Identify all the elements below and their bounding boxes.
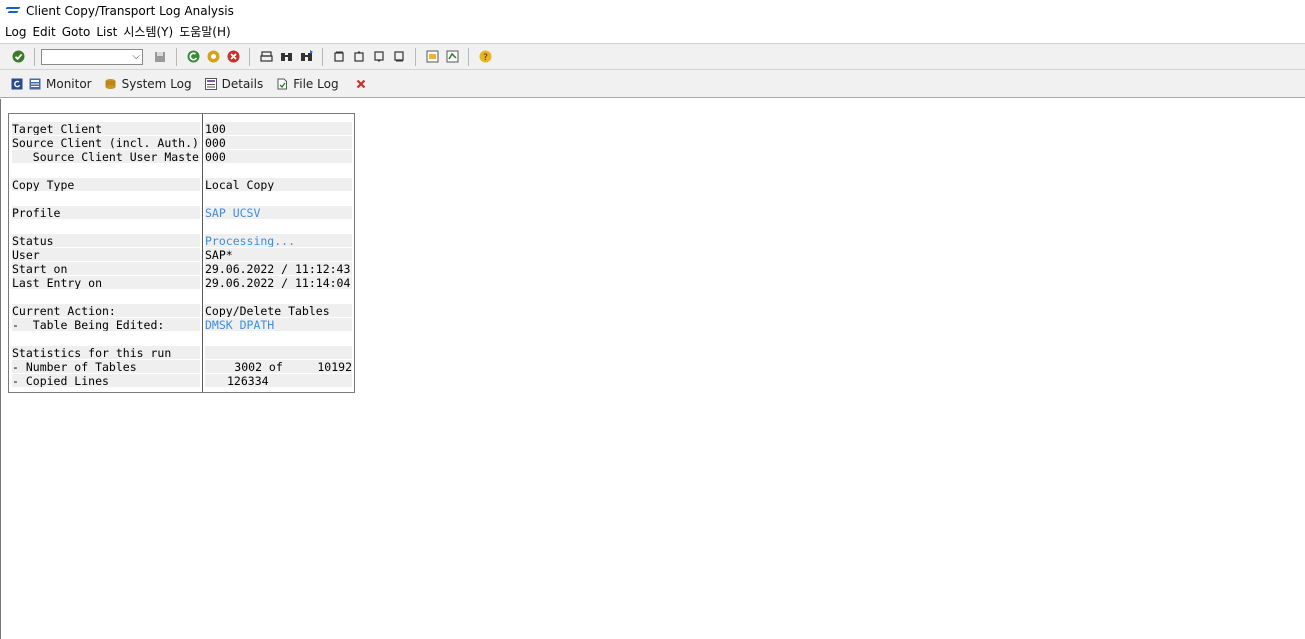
create-session-icon[interactable] [425, 50, 439, 64]
svg-text:?: ? [483, 53, 488, 63]
content-left-border [0, 99, 1, 639]
row-start-on: Start on 29.06.2022 / 11:12:43 [9, 262, 354, 276]
field-value: 29.06.2022 / 11:14:04 [205, 276, 352, 289]
toolbar-separator [468, 47, 469, 66]
last-page-icon[interactable] [392, 50, 406, 64]
monitor-label: Monitor [46, 76, 92, 91]
menu-list[interactable]: List [93, 23, 120, 42]
menu-system[interactable]: 시스템(Y) [120, 23, 176, 42]
enter-icon[interactable] [11, 50, 25, 64]
menu-log[interactable]: Log [0, 23, 29, 42]
row-source-user-master: Source Client User Master 000 [9, 150, 354, 164]
application-toolbar: Monitor System Log Details File Log [0, 70, 1305, 98]
monitor-button[interactable]: Monitor [28, 77, 92, 91]
field-value: 000 [205, 150, 352, 163]
field-value: SAP* [205, 248, 352, 261]
delete-icon[interactable] [354, 77, 368, 91]
log-content-area: Target Client 100 Source Client (incl. A… [0, 99, 1305, 639]
field-value: Local Copy [205, 178, 352, 191]
client-copy-info-box: Target Client 100 Source Client (incl. A… [8, 113, 355, 393]
field-value: 100 [205, 122, 352, 135]
row-profile: Profile SAP_UCSV [9, 206, 354, 220]
field-label: Target Client [12, 122, 200, 135]
field-value: Copy/Delete Tables [205, 304, 352, 317]
profile-link[interactable]: SAP_UCSV [205, 206, 352, 219]
row-table-being-edited: - Table Being Edited: DMSK_DPATH [9, 318, 354, 332]
details-icon [204, 77, 218, 91]
standard-toolbar: ⌵ ? [0, 43, 1305, 70]
previous-page-icon[interactable] [352, 50, 366, 64]
field-value: 000 [205, 136, 352, 149]
table-link[interactable]: DMSK_DPATH [205, 318, 352, 331]
field-label: Profile [12, 206, 200, 219]
command-field[interactable]: ⌵ [41, 48, 143, 65]
cancel-icon[interactable] [226, 50, 240, 64]
save-icon[interactable] [153, 50, 167, 64]
field-value: 126334 [205, 374, 352, 387]
exit-icon[interactable] [206, 50, 220, 64]
menu-bar: Log Edit Goto List 시스템(Y) 도움말(H) [0, 23, 1305, 42]
field-value [205, 346, 352, 359]
generate-shortcut-icon[interactable] [445, 50, 459, 64]
field-label: - Copied Lines [12, 374, 200, 387]
field-label: Source Client User Master [12, 150, 200, 163]
menu-help[interactable]: 도움말(H) [176, 23, 234, 42]
find-icon[interactable] [279, 50, 293, 64]
help-icon[interactable]: ? [478, 50, 492, 64]
field-label: Source Client (incl. Auth.) [12, 136, 200, 149]
toolbar-separator [34, 47, 35, 66]
window-title: Client Copy/Transport Log Analysis [26, 4, 234, 18]
field-label: Statistics for this run [12, 346, 200, 359]
field-label: Start on [12, 262, 200, 275]
find-next-icon[interactable] [299, 50, 313, 64]
row-source-client: Source Client (incl. Auth.) 000 [9, 136, 354, 150]
status-link[interactable]: Processing... [205, 234, 352, 247]
system-log-button[interactable]: System Log [104, 77, 192, 91]
details-button[interactable]: Details [204, 76, 264, 91]
field-label: Current Action: [12, 304, 200, 317]
refresh-icon[interactable] [10, 77, 24, 91]
toolbar-separator [415, 47, 416, 66]
row-status: Status Processing... [9, 234, 354, 248]
first-page-icon[interactable] [332, 50, 346, 64]
sap-logo-icon [5, 6, 21, 16]
row-statistics-header: Statistics for this run [9, 346, 354, 360]
field-label: - Table Being Edited: [12, 318, 200, 331]
field-label: Last Entry on [12, 276, 200, 289]
row-current-action: Current Action: Copy/Delete Tables [9, 304, 354, 318]
file-log-label: File Log [293, 76, 339, 91]
field-value: 29.06.2022 / 11:12:43 [205, 262, 352, 275]
file-log-button[interactable]: File Log [275, 76, 339, 91]
toolbar-separator [322, 47, 323, 66]
file-log-icon [275, 77, 289, 91]
row-number-of-tables: - Number of Tables 3002 of 10192 [9, 360, 354, 374]
details-label: Details [221, 76, 264, 91]
monitor-icon [28, 77, 42, 91]
toolbar-separator [176, 47, 177, 66]
row-user: User SAP* [9, 248, 354, 262]
toolbar-separator [249, 47, 250, 66]
field-value: 3002 of 10192 [205, 360, 352, 373]
system-log-label: System Log [121, 76, 192, 91]
field-label: Status [12, 234, 200, 247]
title-bar: Client Copy/Transport Log Analysis [0, 0, 1305, 22]
system-log-icon [104, 77, 118, 91]
row-target-client: Target Client 100 [9, 122, 354, 136]
row-last-entry-on: Last Entry on 29.06.2022 / 11:14:04 [9, 276, 354, 290]
next-page-icon[interactable] [372, 50, 386, 64]
row-copy-type: Copy Type Local Copy [9, 178, 354, 192]
row-copied-lines: - Copied Lines 126334 [9, 374, 354, 388]
menu-goto[interactable]: Goto [59, 23, 94, 42]
chevron-down-icon[interactable]: ⌵ [132, 50, 140, 64]
back-icon[interactable] [186, 50, 200, 64]
field-label: Copy Type [12, 178, 200, 191]
field-label: User [12, 248, 200, 261]
menu-edit[interactable]: Edit [29, 23, 58, 42]
print-icon[interactable] [259, 50, 273, 64]
field-label: - Number of Tables [12, 360, 200, 373]
